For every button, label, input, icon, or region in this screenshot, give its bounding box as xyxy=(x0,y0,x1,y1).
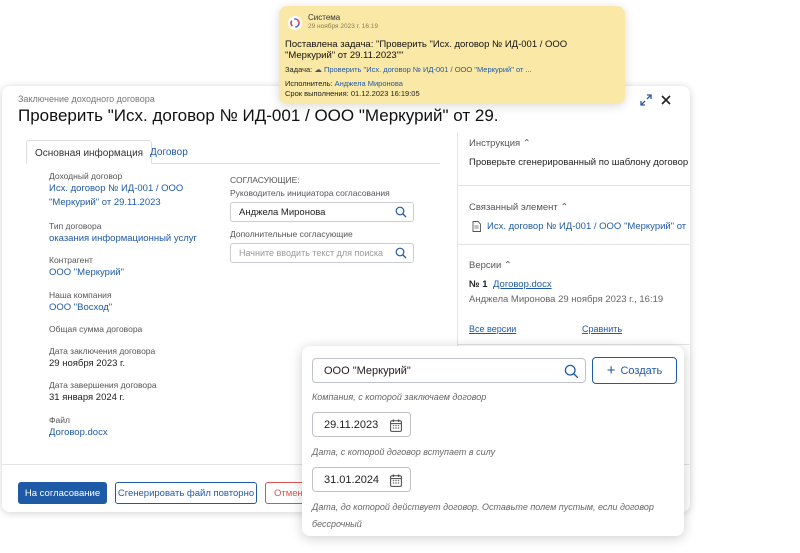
document-icon xyxy=(472,221,481,232)
all-versions-link[interactable]: Все версии xyxy=(469,322,516,336)
linked-element-header[interactable]: Связанный элемент ⌃ xyxy=(469,202,568,213)
instruction-header[interactable]: Инструкция ⌃ xyxy=(469,138,531,149)
calendar-icon[interactable] xyxy=(390,474,402,487)
end-date-hint: Дата, до которой действует договор. Оста… xyxy=(312,502,654,512)
income-contract-label: Доходный договор xyxy=(49,171,123,181)
plus-icon: + xyxy=(606,362,616,379)
notification-task-row: Задача: ☁ Проверить "Исх. договор № ИД-0… xyxy=(285,65,532,74)
file-link[interactable]: Договор.docx xyxy=(49,426,108,440)
calendar-icon[interactable] xyxy=(390,419,402,432)
chevron-up-icon: ⌃ xyxy=(560,202,569,213)
submit-for-approval-button[interactable]: На согласование xyxy=(18,482,107,504)
start-date-input[interactable]: 29.11.2023 xyxy=(312,412,411,437)
end-date-value: 31 января 2024 г. xyxy=(49,392,125,403)
conclusion-date-label: Дата заключения договора xyxy=(49,346,156,356)
tab-main-info[interactable]: Основная информация xyxy=(26,140,153,164)
system-logo-icon xyxy=(290,18,300,28)
counterparty-value[interactable]: ООО "Меркурий" xyxy=(49,266,124,280)
approvers-section-label: СОГЛАСУЮЩИЕ: xyxy=(230,175,300,185)
our-company-label: Наша компания xyxy=(49,290,112,300)
contract-type-label: Тип договора xyxy=(49,221,102,231)
close-icon[interactable] xyxy=(660,94,672,106)
contract-type-value[interactable]: оказания информационный услуг xyxy=(49,232,197,246)
start-date-hint: Дата, с которой договор вступает в силу xyxy=(312,447,496,457)
system-avatar xyxy=(288,16,302,30)
chevron-up-icon: ⌃ xyxy=(503,260,512,271)
total-sum-label: Общая сумма договора xyxy=(49,324,143,334)
breadcrumb[interactable]: Заключение доходного договора xyxy=(18,94,155,104)
divider xyxy=(458,185,690,186)
notification-deadline-row: Срок выполнения: 01.12.2023 16:19:05 xyxy=(285,89,420,98)
file-label: Файл xyxy=(49,415,70,425)
chevron-up-icon: ⌃ xyxy=(522,138,531,149)
notification-executor-row: Исполнитель: Анджела Миронова xyxy=(285,79,403,88)
versions-header[interactable]: Версии ⌃ xyxy=(469,260,512,271)
our-company-value[interactable]: ООО "Восход" xyxy=(49,301,112,315)
search-icon[interactable] xyxy=(395,206,407,218)
counterparty-label: Контрагент xyxy=(49,255,93,265)
version-number: № 1 xyxy=(469,279,488,290)
version-file-link[interactable]: Договор.docx xyxy=(493,278,552,292)
end-date-label: Дата завершения договора xyxy=(49,380,157,390)
notification-task-link[interactable]: Проверить "Исх. договор № ИД-001 / ООО "… xyxy=(324,65,532,74)
notification-title: Поставлена задача: "Проверить "Исх. дого… xyxy=(285,39,568,61)
notification-toast[interactable]: Система 29 ноября 2023 г. 16:19 Поставле… xyxy=(279,6,625,104)
instruction-text: Проверьте сгенерированный по шаблону дог… xyxy=(469,157,689,168)
compare-link[interactable]: Сравнить xyxy=(582,322,622,336)
divider xyxy=(458,244,690,245)
regenerate-file-button[interactable]: Сгенерировать файл повторно xyxy=(115,482,257,504)
head-approver-label: Руководитель инициатора согласования xyxy=(230,188,390,198)
expand-icon[interactable] xyxy=(640,94,652,106)
tab-contract[interactable]: Договор xyxy=(142,140,196,164)
notification-time: 29 ноября 2023 г. 16:19 xyxy=(308,23,379,30)
end-date-input[interactable]: 31.01.2024 xyxy=(312,467,411,492)
create-company-button[interactable]: + Создать xyxy=(592,357,677,384)
tab-bar: Основная информация Договор xyxy=(26,140,440,164)
conclusion-date-value: 29 ноября 2023 г. xyxy=(49,358,125,369)
version-meta: Анджела Миронова 29 ноября 2023 г., 16:1… xyxy=(469,294,664,305)
head-approver-input[interactable]: Анджела Миронова xyxy=(230,202,414,222)
notification-sender: Система xyxy=(308,13,341,22)
cloud-icon: ☁ xyxy=(314,65,322,74)
company-input[interactable]: ООО "Меркурий" xyxy=(312,358,586,383)
page-title: Проверить "Исх. договор № ИД-001 / ООО "… xyxy=(18,106,500,125)
company-hint: Компания, с которой заключаем договор xyxy=(312,392,487,402)
linked-element-link[interactable]: Исх. договор № ИД-001 / ООО "Меркурий" о… xyxy=(487,220,687,234)
end-date-hint-continued: бессрочный xyxy=(312,519,362,529)
divider xyxy=(458,344,690,345)
extra-approvers-label: Дополнительные согласующие xyxy=(230,229,353,239)
search-icon[interactable] xyxy=(395,247,407,259)
contract-details-card: ООО "Меркурий" + Создать Компания, с кот… xyxy=(302,346,684,536)
search-icon[interactable] xyxy=(564,364,579,379)
income-contract-link[interactable]: Исх. договор № ИД-001 / ООО "Меркурий" о… xyxy=(49,182,183,210)
extra-approvers-input[interactable]: Начните вводить текст для поиска xyxy=(230,243,414,263)
